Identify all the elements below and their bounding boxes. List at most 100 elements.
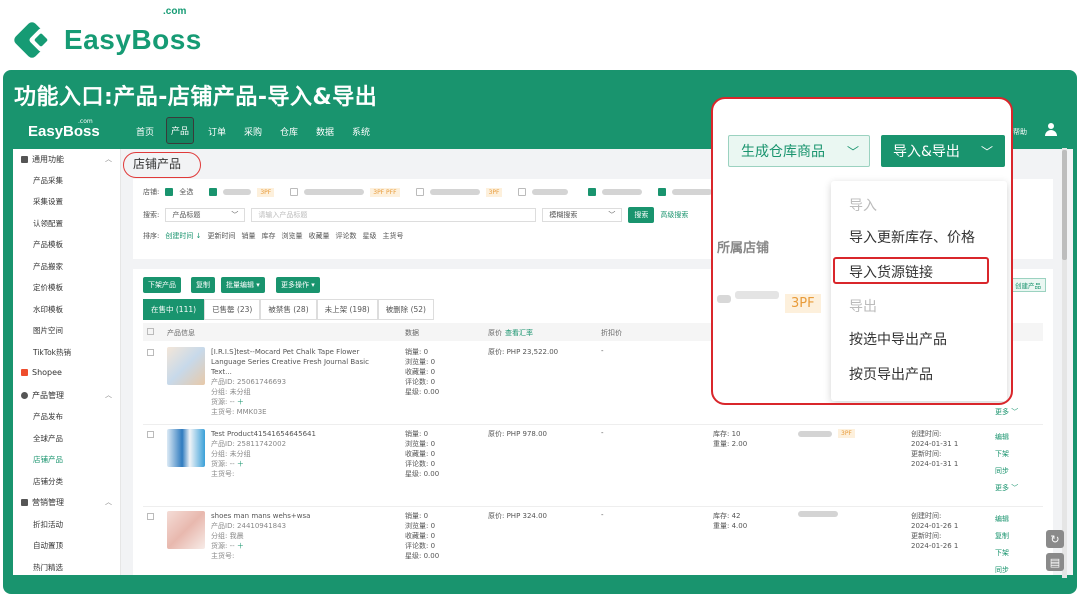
sidebar-item[interactable]: 水印模板 — [33, 304, 63, 315]
chevron-up-icon[interactable]: ︿ — [105, 497, 112, 507]
row-checkbox[interactable] — [147, 431, 154, 438]
shop-name-blurred — [532, 189, 569, 195]
scrollbar-thumb[interactable] — [1062, 150, 1067, 260]
shop-checkbox[interactable] — [518, 188, 527, 196]
product-thumbnail[interactable] — [167, 347, 205, 385]
tab-unlisted[interactable]: 未上架 (198) — [316, 299, 378, 320]
nav-orders[interactable]: 订单 — [208, 125, 226, 138]
search-input[interactable]: 请输入产品标题 — [251, 208, 537, 222]
sidebar-group-shopee[interactable]: Shopee — [21, 368, 62, 377]
shop-checkbox[interactable] — [290, 188, 299, 196]
sort-option[interactable]: 销量 — [241, 231, 255, 241]
document-icon[interactable]: ▤ — [1046, 553, 1064, 571]
shop-checkbox[interactable] — [415, 188, 424, 196]
sidebar-item[interactable]: 产品发布 — [33, 411, 63, 422]
import-export-button[interactable]: 导入&导出 ﹀ — [881, 135, 1005, 167]
sort-option[interactable]: 星级 — [362, 231, 376, 241]
sidebar-item[interactable]: 店铺分类 — [33, 476, 63, 487]
add-icon[interactable]: ＋ — [237, 398, 244, 406]
search-field-select[interactable]: 产品标题 ﹀ — [165, 208, 246, 222]
delist-button[interactable]: 下架产品 — [143, 277, 181, 293]
sort-option[interactable]: 主货号 — [382, 231, 403, 241]
tab-sold-out[interactable]: 已售罄 (23) — [204, 299, 261, 320]
chevron-down-icon: ﹀ — [231, 211, 239, 219]
copy-link[interactable]: 复制 — [995, 528, 1009, 545]
sync-link[interactable]: 同步 — [995, 463, 1018, 480]
advanced-search-link[interactable]: 高级搜索 — [660, 210, 688, 220]
menu-item-export-selected[interactable]: 按选中导出产品 — [849, 329, 947, 349]
edit-link[interactable]: 编辑 — [995, 429, 1018, 446]
select-all-checkbox[interactable] — [165, 188, 174, 196]
copy-button[interactable]: 复制 — [191, 277, 215, 293]
sort-option[interactable]: 更新时间 — [207, 231, 235, 241]
more-link[interactable]: 更多 ﹀ — [995, 480, 1018, 497]
shop-checkbox[interactable] — [588, 188, 597, 196]
more-actions-button[interactable]: 更多操作 ▾ — [276, 277, 320, 293]
sort-option[interactable]: 收藏量 — [308, 231, 329, 241]
add-icon[interactable]: ＋ — [237, 460, 244, 468]
sort-option[interactable]: 评论数 — [335, 231, 356, 241]
sidebar-item[interactable]: 认领配置 — [33, 218, 63, 229]
nav-system[interactable]: 系统 — [352, 125, 370, 138]
menu-item-export-by-page[interactable]: 按页导出产品 — [849, 364, 933, 384]
row-checkbox[interactable] — [147, 349, 154, 356]
nav-warehouse[interactable]: 仓库 — [280, 125, 298, 138]
header-checkbox[interactable] — [147, 328, 154, 335]
add-icon[interactable]: ＋ — [237, 542, 244, 550]
sync-link[interactable]: 同步 — [995, 562, 1009, 575]
sidebar-group-product-mgmt[interactable]: 产品管理 — [21, 390, 64, 401]
sort-option[interactable]: 浏览量 — [281, 231, 302, 241]
product-group: 分组: 未分组 — [211, 450, 251, 458]
tab-deleted[interactable]: 被删除 (52) — [377, 299, 434, 320]
product-title[interactable]: shoes man mans wehs+wsa — [211, 511, 381, 521]
search-button[interactable]: 搜索 — [628, 207, 655, 223]
shop-checkbox[interactable] — [209, 188, 218, 196]
search-mode-select[interactable]: 模糊搜索 ﹀ — [542, 208, 623, 222]
sidebar-item[interactable]: 全球产品 — [33, 433, 63, 444]
product-price: 原价: PHP 23,522.00 — [488, 348, 559, 356]
nav-home[interactable]: 首页 — [136, 125, 154, 138]
menu-item-import-update-stock-price[interactable]: 导入更新库存、价格 — [849, 227, 975, 247]
product-thumbnail[interactable] — [167, 429, 205, 467]
refresh-icon[interactable]: ↻ — [1046, 530, 1064, 548]
nav-brand[interactable]: EasyBoss — [28, 123, 100, 140]
chevron-up-icon[interactable]: ︿ — [105, 390, 112, 400]
edit-link[interactable]: 编辑 — [995, 511, 1009, 528]
nav-product[interactable]: 产品 — [166, 117, 195, 144]
product-title[interactable]: [I.R.I.S]test--Mocard Pet Chalk Tape Flo… — [211, 347, 381, 377]
sidebar-group-general[interactable]: 通用功能 — [21, 154, 64, 165]
sort-option-created[interactable]: 创建时间 ↓ — [165, 231, 201, 241]
sidebar-item[interactable]: 采集设置 — [33, 196, 63, 207]
view-rate-link[interactable]: 查看汇率 — [505, 328, 533, 338]
chevron-up-icon[interactable]: ︿ — [105, 154, 112, 164]
tab-on-sale[interactable]: 在售中 (111) — [143, 299, 205, 320]
sidebar-item-shop-products[interactable]: 店铺产品 — [33, 454, 63, 465]
help-link[interactable]: 帮助 — [1013, 127, 1027, 137]
menu-item-import-source-links[interactable]: 导入货源链接 — [849, 262, 933, 282]
generate-warehouse-goods-button[interactable]: 生成仓库商品 ﹀ — [728, 135, 870, 167]
sidebar-item[interactable]: 折扣活动 — [33, 519, 63, 530]
sidebar-item[interactable]: 产品搬家 — [33, 261, 63, 272]
sidebar-item[interactable]: 定价模板 — [33, 282, 63, 293]
sidebar-item[interactable]: 产品采集 — [33, 175, 63, 186]
row-checkbox[interactable] — [147, 513, 154, 520]
product-title[interactable]: Test Product41541654645641 — [211, 429, 381, 439]
nav-data[interactable]: 数据 — [316, 125, 334, 138]
product-thumbnail[interactable] — [167, 511, 205, 549]
shop-checkbox[interactable] — [658, 188, 667, 196]
tab-banned[interactable]: 被禁售 (28) — [260, 299, 317, 320]
more-link[interactable]: 更多 ﹀ — [995, 407, 1018, 417]
batch-edit-button[interactable]: 批量编辑 ▾ — [221, 277, 265, 293]
create-product-button[interactable]: 创建产品 — [1010, 278, 1046, 292]
delist-link[interactable]: 下架 — [995, 545, 1009, 562]
nav-purchase[interactable]: 采购 — [244, 125, 262, 138]
sidebar-item[interactable]: 产品模板 — [33, 239, 63, 250]
sidebar-item[interactable]: 自动置顶 — [33, 540, 63, 551]
sidebar-item[interactable]: 图片空间 — [33, 325, 63, 336]
delist-link[interactable]: 下架 — [995, 446, 1018, 463]
sidebar-item[interactable]: TikTok热销 — [33, 347, 71, 358]
sort-option[interactable]: 库存 — [261, 231, 275, 241]
sidebar-item[interactable]: 热门精选 — [33, 562, 63, 573]
sidebar-group-marketing[interactable]: 营销管理 — [21, 497, 64, 508]
user-icon[interactable] — [1045, 123, 1057, 137]
